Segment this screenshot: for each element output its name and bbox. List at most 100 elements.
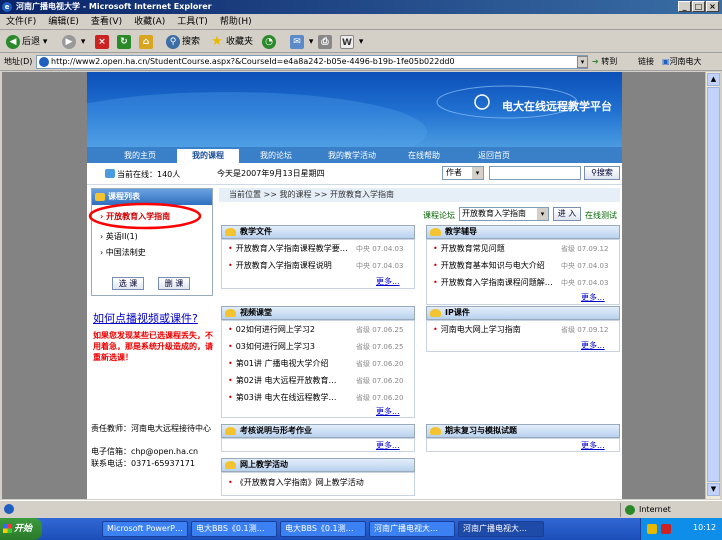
course-select[interactable]: 开放教育入学指南 ▾ xyxy=(459,207,549,221)
item-meta: 中央 07.04.03 xyxy=(561,279,609,287)
task-powerpoint[interactable]: Microsoft PowerP… xyxy=(102,521,188,537)
online-test-link[interactable]: 在线测试 xyxy=(585,210,617,221)
close-button[interactable]: × xyxy=(706,1,719,12)
tab-my-home[interactable]: 我的主页 xyxy=(109,149,171,163)
search-icon: ⚲ xyxy=(166,34,180,49)
platform-title: 电大在线远程教学平台 xyxy=(502,100,612,113)
list-item[interactable]: • 开放教育常见问题 xyxy=(433,243,505,254)
select-course-button[interactable]: 选 课 xyxy=(112,277,144,290)
star-icon: ★ xyxy=(211,33,223,49)
task-bbs-2[interactable]: 电大BBS《0.1测… xyxy=(280,521,366,537)
refresh-button[interactable]: ↻ xyxy=(117,34,133,50)
item-meta: 省级 07.06.20 xyxy=(356,394,404,402)
list-item[interactable]: • 开放教育入学指南课程教学要… xyxy=(228,243,348,254)
review-header: 期末复习与模拟试题 xyxy=(426,424,620,438)
list-item[interactable]: • 《开放教育入学指南》网上教学活动 xyxy=(228,477,364,488)
tab-my-forum[interactable]: 我的论坛 xyxy=(245,149,307,163)
search-type-select[interactable]: 作者 ▾ xyxy=(442,166,484,180)
list-item[interactable]: • 开放教育基本知识与电大介绍 xyxy=(433,260,545,271)
menu-file[interactable]: 文件(F) xyxy=(0,14,42,30)
list-item[interactable]: • 开放教育入学指南课程说明 xyxy=(228,260,332,271)
list-item[interactable]: • 河南电大网上学习指南 xyxy=(433,324,521,335)
item-meta: 省级 07.09.12 xyxy=(561,326,609,334)
minimize-button[interactable]: _ xyxy=(678,1,691,12)
maximize-button[interactable]: □ xyxy=(692,1,705,12)
tray-icon[interactable] xyxy=(661,524,671,534)
stop-button[interactable]: × xyxy=(95,34,111,50)
list-item[interactable]: • 02如何进行网上学习2 xyxy=(228,324,315,335)
address-bar: 地址(D) http://www2.open.ha.cn/StudentCour… xyxy=(0,53,722,71)
scroll-thumb[interactable] xyxy=(707,87,720,482)
list-item[interactable]: • 第03讲 电大在线远程教学… xyxy=(228,392,336,403)
forward-button[interactable]: ▶ ▾ xyxy=(62,34,85,50)
print-button[interactable]: ⎙ xyxy=(318,34,334,50)
tab-online-help[interactable]: 在线帮助 xyxy=(393,149,455,163)
zone-indicator: Internet xyxy=(620,503,720,517)
menu-favorites[interactable]: 收藏(A) xyxy=(128,14,171,30)
enter-course-button[interactable]: 进 入 xyxy=(553,207,581,221)
address-input[interactable]: http://www2.open.ha.cn/StudentCourse.asp… xyxy=(36,55,588,69)
tutoring-box: • 开放教育常见问题 省级 07.09.12 • 开放教育基本知识与电大介绍 中央 … xyxy=(426,239,620,305)
tutoring-header: 教学辅导 xyxy=(426,225,620,239)
menu-help[interactable]: 帮助(H) xyxy=(214,14,258,30)
folder-icon xyxy=(95,193,105,201)
go-button[interactable]: ➔ 转到 xyxy=(592,56,617,67)
more-link[interactable]: 更多... xyxy=(376,276,400,287)
list-item[interactable]: • 第02讲 电大远程开放教育… xyxy=(228,375,336,386)
course-item-english[interactable]: › 英语II(1) xyxy=(100,231,138,242)
list-item[interactable]: • 03如何进行网上学习3 xyxy=(228,341,315,352)
more-link[interactable]: 更多... xyxy=(376,440,400,451)
search-submit-button[interactable]: ⚲搜索 xyxy=(584,166,620,180)
history-button[interactable]: ◔ xyxy=(262,34,278,50)
video-help-link[interactable]: 如何点播视频或课件? xyxy=(93,310,198,326)
address-label: 地址(D) xyxy=(4,57,33,66)
back-button[interactable]: ◀ 后退 ▾ xyxy=(6,34,47,50)
item-meta: 中央 07.04.03 xyxy=(356,245,404,253)
ip-courseware-header: IP课件 xyxy=(426,306,620,320)
exam-header: 考核说明与形考作业 xyxy=(221,424,415,438)
course-item-law-history[interactable]: › 中国法制史 xyxy=(100,247,146,258)
task-henan-1[interactable]: 河南广播电视大… xyxy=(369,521,455,537)
course-forum-link[interactable]: 课程论坛 xyxy=(423,210,455,221)
menu-edit[interactable]: 编辑(E) xyxy=(42,14,85,30)
tab-my-courses[interactable]: 我的课程 xyxy=(177,149,239,163)
start-button[interactable]: 开始 xyxy=(0,518,42,540)
task-henan-2[interactable]: 河南广播电视大… xyxy=(458,521,544,537)
task-bbs-1[interactable]: 电大BBS《0.1测… xyxy=(191,521,277,537)
ie-icon: e xyxy=(2,2,12,12)
system-tray: 10:12 xyxy=(640,518,722,540)
delete-course-button[interactable]: 删 课 xyxy=(158,277,190,290)
vertical-scrollbar[interactable]: ▲ ▼ xyxy=(705,72,720,499)
edit-button[interactable]: W ▾ xyxy=(340,34,363,50)
tab-my-activities[interactable]: 我的教学活动 xyxy=(317,149,387,163)
item-meta: 省级 07.09.12 xyxy=(561,245,609,253)
more-link[interactable]: 更多... xyxy=(581,340,605,351)
email-info: 电子信箱：chp@open.ha.cn xyxy=(91,447,199,456)
menu-view[interactable]: 查看(V) xyxy=(85,14,128,30)
scroll-down-arrow-icon[interactable]: ▼ xyxy=(707,483,720,496)
list-item[interactable]: • 开放教育入学指南课程问题解… xyxy=(433,277,553,288)
links-item[interactable]: ▣河南电大 xyxy=(662,56,702,67)
mail-button[interactable]: ✉ ▾ xyxy=(290,34,313,50)
more-link[interactable]: 更多... xyxy=(581,440,605,451)
book-icon xyxy=(225,461,236,469)
favorites-button[interactable]: ★ 收藏夹 xyxy=(210,34,253,50)
tab-return-home[interactable]: 返回首页 xyxy=(463,149,525,163)
taskbar: 开始 Microsoft PowerP… 电大BBS《0.1测… 电大BBS《0… xyxy=(0,518,722,540)
more-link[interactable]: 更多... xyxy=(581,292,605,303)
address-dropdown[interactable]: ▾ xyxy=(577,56,588,68)
activity-box: • 《开放教育入学指南》网上教学活动 xyxy=(221,472,415,496)
menu-tools[interactable]: 工具(T) xyxy=(171,14,214,30)
links-label[interactable]: 链接 xyxy=(638,56,654,67)
list-item[interactable]: • 第01讲 广播电视大学介绍 xyxy=(228,358,328,369)
scroll-up-arrow-icon[interactable]: ▲ xyxy=(707,73,720,86)
teaching-docs-box: • 开放教育入学指南课程教学要… 中央 07.04.03 • 开放教育入学指南课程说… xyxy=(221,239,415,289)
refresh-icon: ↻ xyxy=(117,34,131,49)
more-link[interactable]: 更多... xyxy=(376,406,400,417)
web-page: 电大在线远程教学平台 我的主页 我的课程 我的论坛 我的教学活动 在线帮助 返回… xyxy=(87,72,622,499)
home-button[interactable]: ⌂ xyxy=(139,34,155,50)
mail-icon: ✉ xyxy=(290,34,304,49)
search-input[interactable] xyxy=(489,166,581,180)
search-button[interactable]: ⚲ 搜索 xyxy=(166,34,200,50)
tray-icon[interactable] xyxy=(647,524,657,534)
